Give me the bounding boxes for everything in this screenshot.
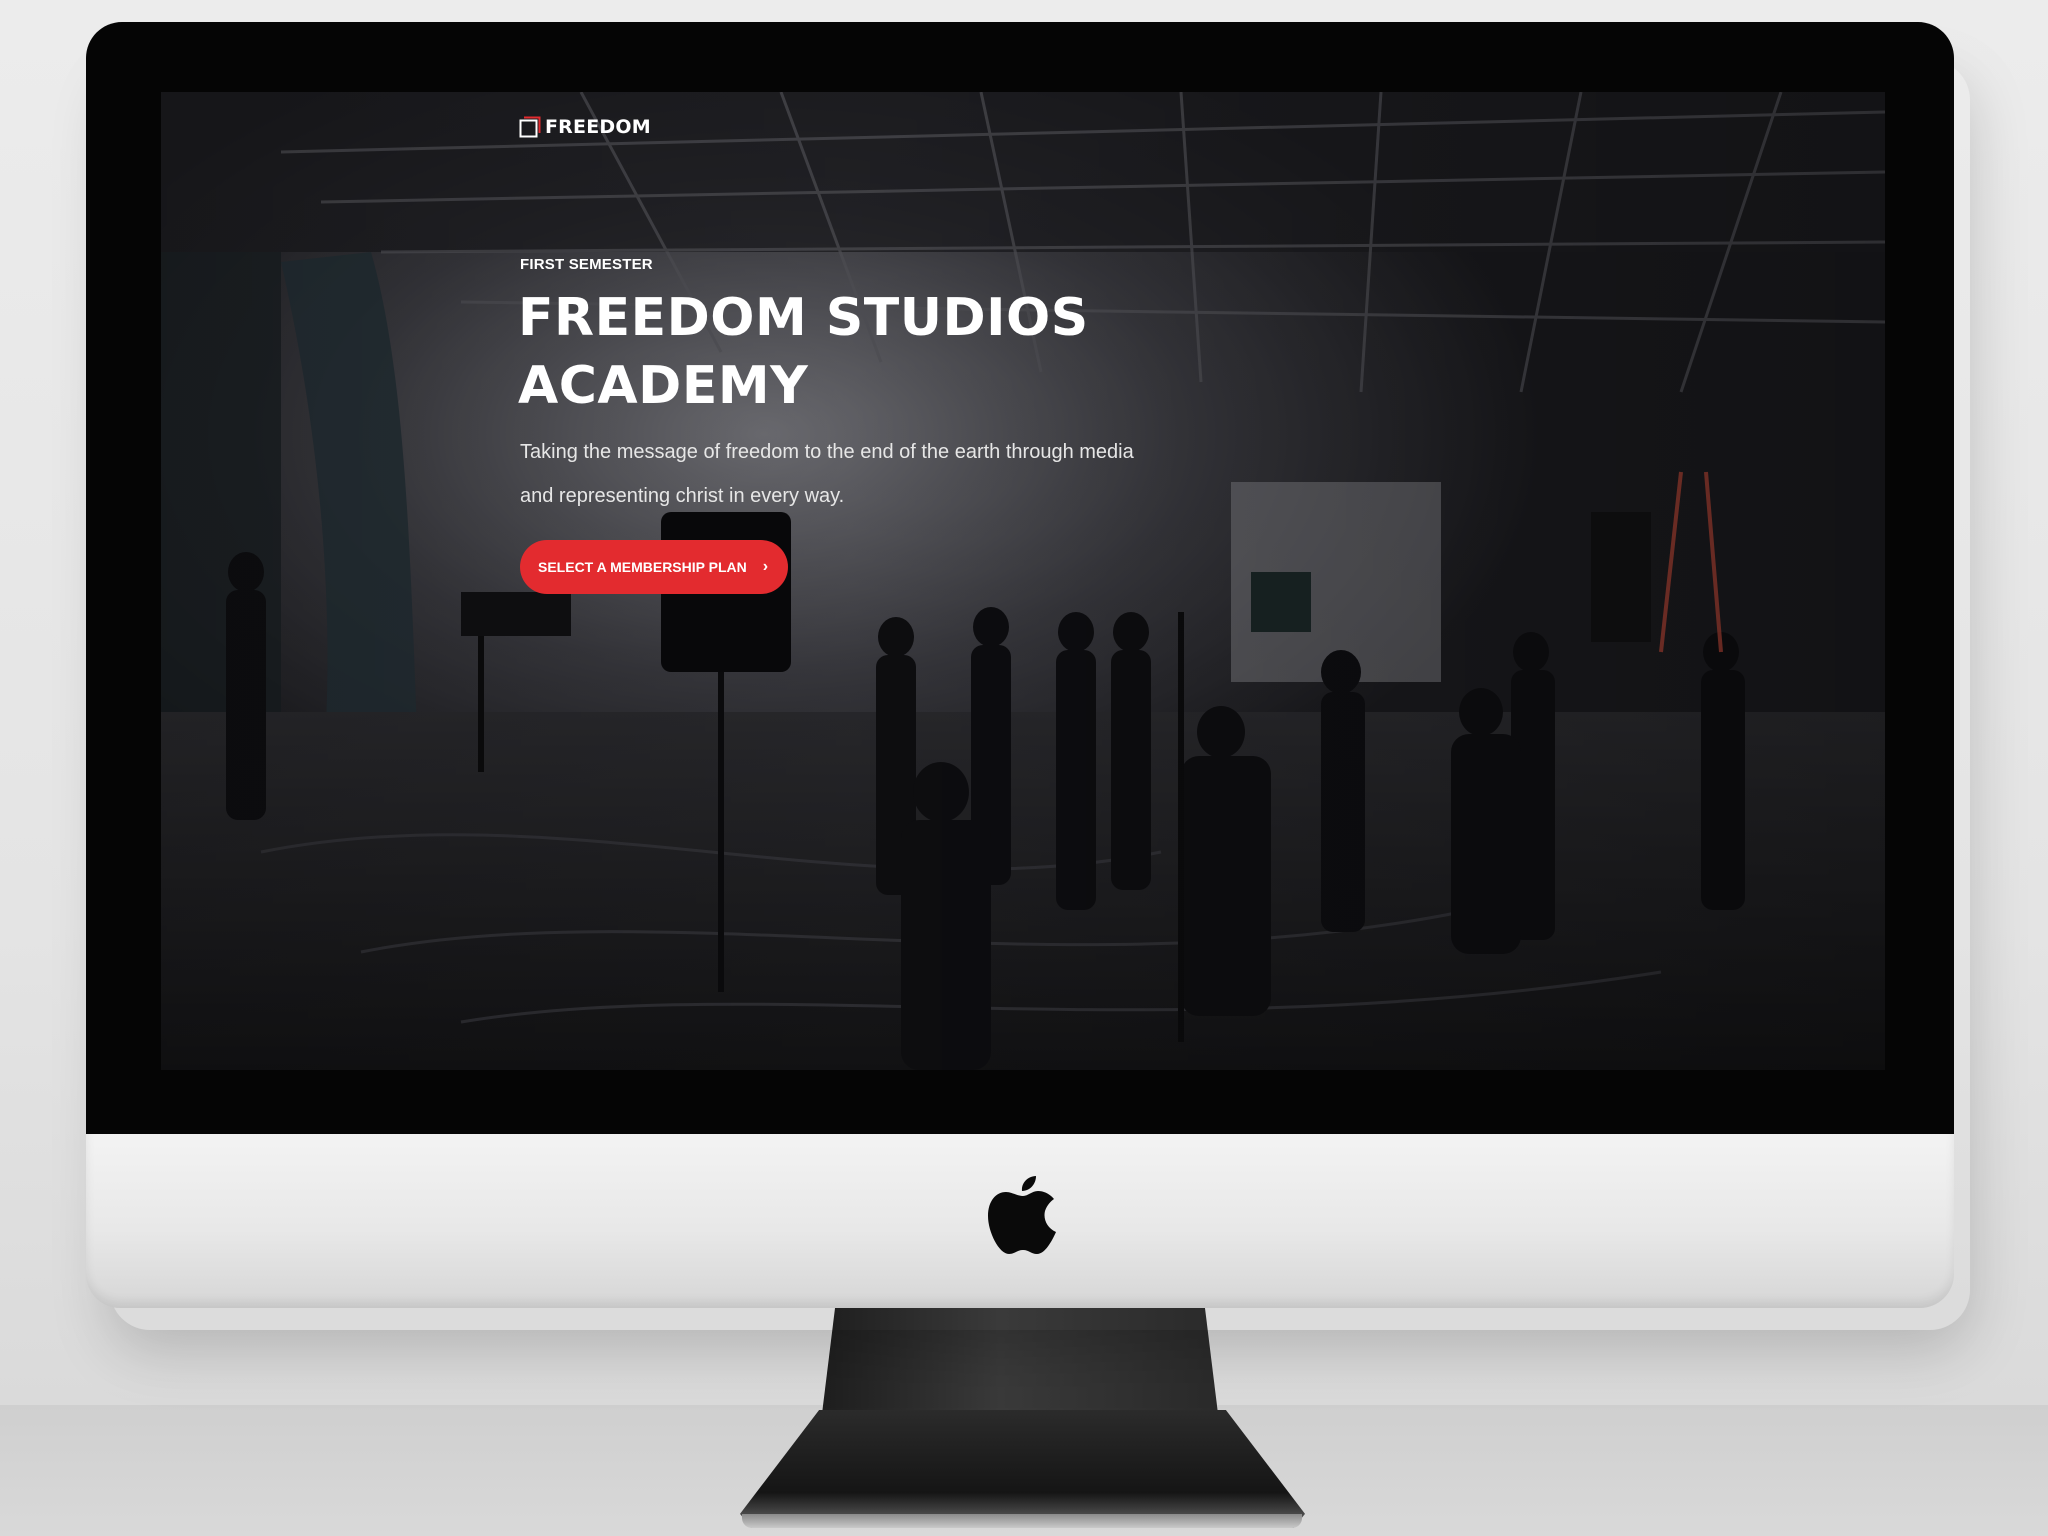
hero-title-line2: ACADEMY	[518, 356, 809, 416]
brand-logo-link[interactable]: FREEDOM	[519, 116, 651, 138]
hero-lead-line2: and representing christ in every way.	[520, 485, 845, 507]
hero-title: FREEDOM STUDIOS ACADEMY	[518, 284, 1118, 420]
monitor-stand-foot	[740, 1410, 1305, 1528]
website-screen: FREEDOM FIRST SEMESTER FREEDOM STUDIOS A…	[161, 92, 1885, 1070]
hero-lead-line1: Taking the message of freedom to the end…	[520, 441, 1134, 463]
hero-title-line1: FREEDOM STUDIOS	[518, 288, 1089, 348]
square-bracket-logo-icon	[519, 116, 541, 138]
select-membership-plan-button[interactable]: SELECT A MEMBERSHIP PLAN ›	[520, 540, 789, 594]
monitor-stand-edge	[742, 1514, 1302, 1528]
cta-label: SELECT A MEMBERSHIP PLAN	[538, 559, 747, 575]
hero-lead: Taking the message of freedom to the end…	[520, 430, 1220, 518]
monitor-chin	[86, 1134, 1954, 1308]
hero-eyebrow: FIRST SEMESTER	[520, 256, 653, 273]
brand-name: FREEDOM	[545, 116, 651, 138]
photo-dark-overlay	[161, 92, 1885, 1070]
apple-logo-icon	[988, 1176, 1056, 1254]
chevron-right-icon: ›	[762, 558, 769, 575]
